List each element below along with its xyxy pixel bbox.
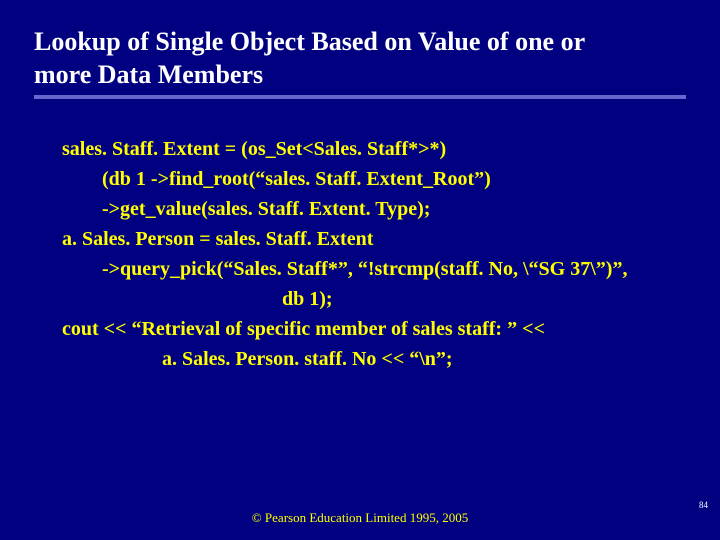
code-line-1: sales. Staff. Extent = (os_Set<Sales. St…: [62, 134, 682, 164]
code-line-3: ->get_value(sales. Staff. Extent. Type);: [62, 194, 682, 224]
title-underline: [34, 95, 686, 99]
title-line-2: more Data Members: [34, 60, 263, 89]
title-block: Lookup of Single Object Based on Value o…: [34, 26, 686, 99]
title-line-1: Lookup of Single Object Based on Value o…: [34, 27, 585, 56]
code-line-4: a. Sales. Person = sales. Staff. Extent: [62, 224, 682, 254]
slide: Lookup of Single Object Based on Value o…: [0, 0, 720, 540]
slide-title: Lookup of Single Object Based on Value o…: [34, 26, 686, 91]
footer-copyright: © Pearson Education Limited 1995, 2005: [0, 510, 720, 526]
code-line-8: a. Sales. Person. staff. No << “\n”;: [62, 344, 682, 374]
page-number: 84: [699, 500, 708, 510]
code-line-5: ->query_pick(“Sales. Staff*”, “!strcmp(s…: [62, 254, 682, 284]
code-line-7: cout << “Retrieval of specific member of…: [62, 314, 682, 344]
code-line-6: db 1);: [62, 284, 682, 314]
code-line-2: (db 1 ->find_root(“sales. Staff. Extent_…: [62, 164, 682, 194]
code-body: sales. Staff. Extent = (os_Set<Sales. St…: [62, 134, 682, 374]
